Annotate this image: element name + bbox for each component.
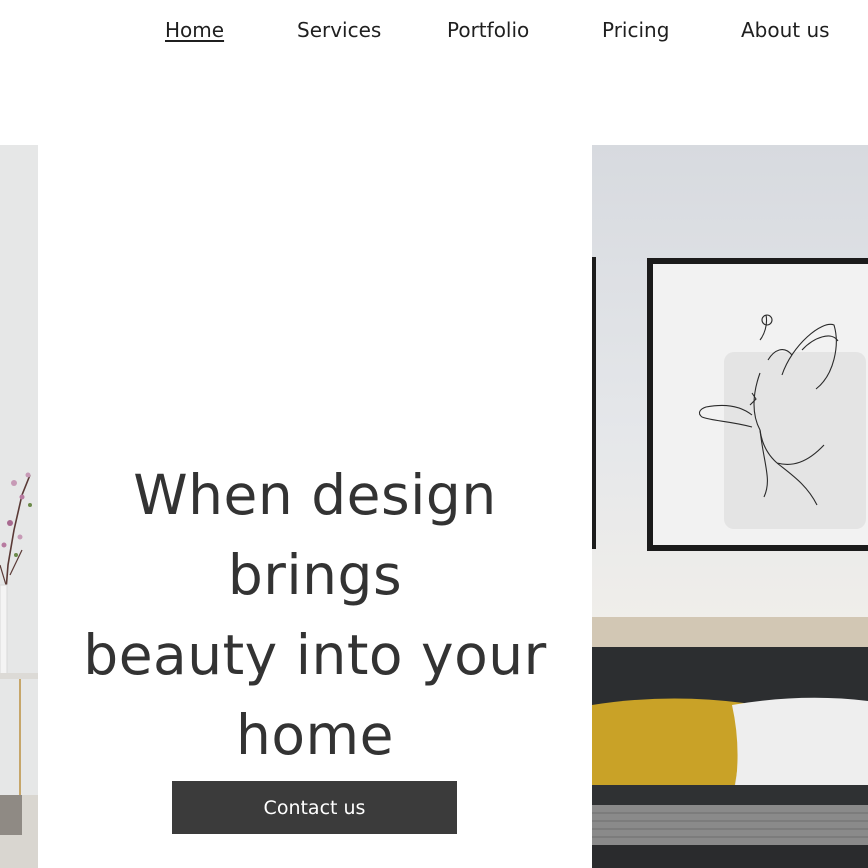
nav-pricing-link[interactable]: Pricing bbox=[602, 16, 669, 44]
hero-headline-line-1: When design brings bbox=[133, 463, 497, 607]
hero-left-photo bbox=[0, 145, 38, 868]
hero-text-panel: When design brings beauty into your home… bbox=[38, 145, 592, 868]
contact-us-button[interactable]: Contact us bbox=[172, 781, 457, 834]
hero-headline: When design brings beauty into your home bbox=[38, 455, 592, 775]
hero-headline-line-3: home bbox=[236, 703, 394, 767]
nav-services-link[interactable]: Services bbox=[297, 16, 381, 44]
nav-home-link[interactable]: Home bbox=[165, 16, 224, 44]
hero-section: When design brings beauty into your home… bbox=[0, 145, 868, 868]
nav-about-link[interactable]: About us bbox=[741, 16, 830, 44]
hero-headline-line-2: beauty into your bbox=[83, 623, 547, 687]
hero-right-photo bbox=[592, 145, 868, 868]
nav-portfolio-link[interactable]: Portfolio bbox=[447, 16, 529, 44]
main-nav: Home Services Portfolio Pricing About us bbox=[0, 0, 868, 62]
